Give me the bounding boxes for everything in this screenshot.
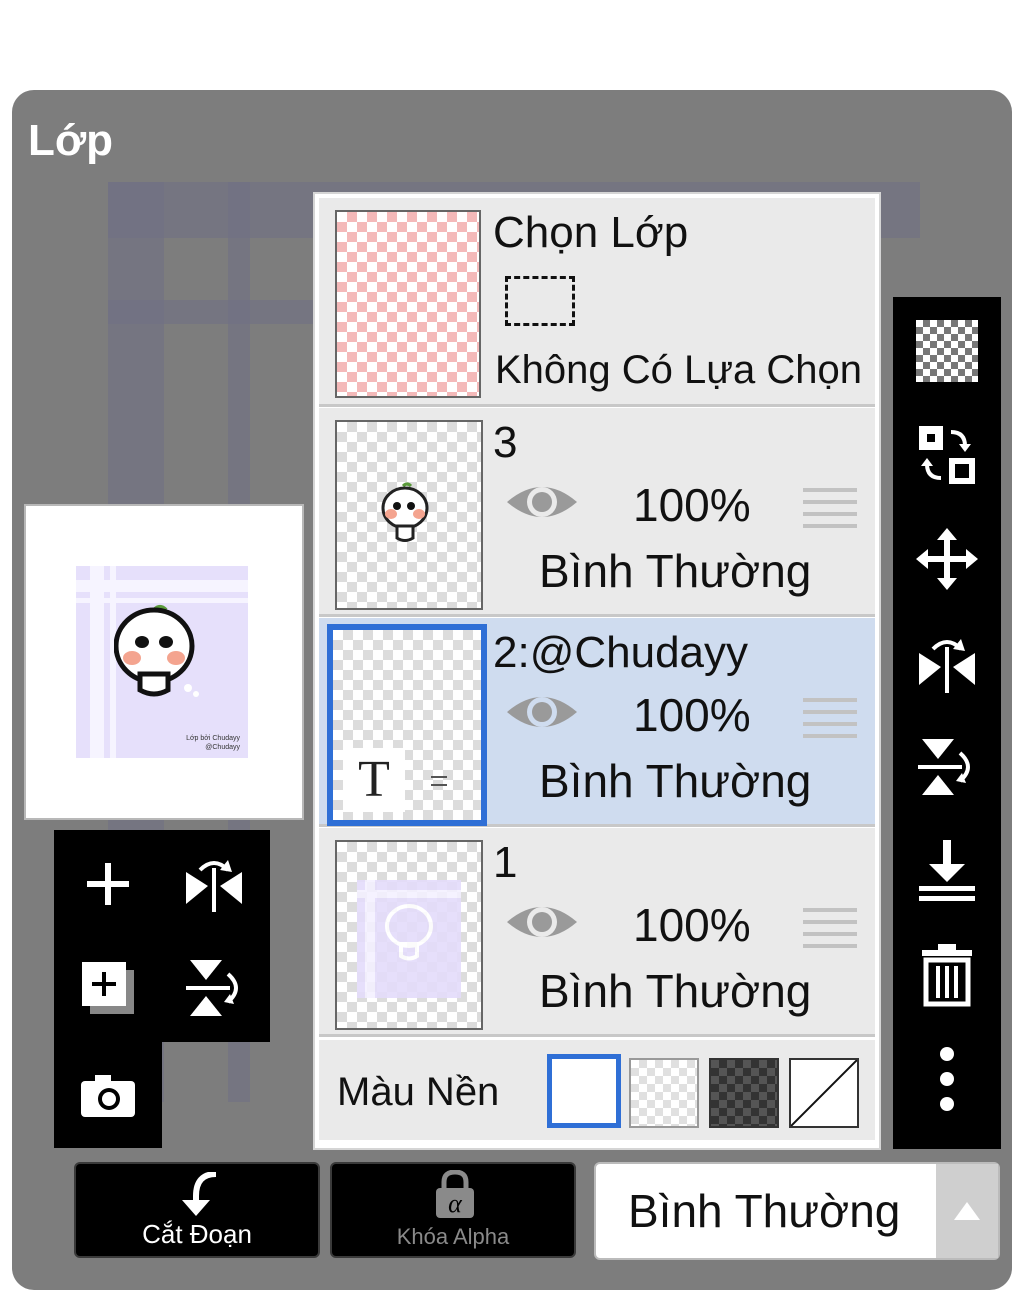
more-vertical-icon bbox=[940, 1047, 954, 1111]
drag-handle-icon[interactable] bbox=[803, 906, 857, 950]
layer-row-1[interactable]: 1 100% Bình Thường bbox=[319, 828, 875, 1037]
selection-layer-thumbnail bbox=[335, 210, 481, 398]
bg-swatch-none[interactable] bbox=[789, 1058, 859, 1128]
alpha-lock-label: Khóa Alpha bbox=[396, 1224, 510, 1249]
flip-horizontal-button[interactable] bbox=[893, 613, 1001, 713]
layer-thumbnail bbox=[335, 840, 483, 1030]
move-icon bbox=[916, 528, 978, 590]
flip-vertical-button[interactable] bbox=[164, 938, 264, 1038]
import-photo-button[interactable] bbox=[58, 1046, 158, 1146]
blend-mode-value: Bình Thường bbox=[628, 1185, 901, 1237]
text-layer-mark bbox=[431, 776, 447, 786]
bg-swatch-dark-checker[interactable] bbox=[709, 1058, 779, 1128]
visibility-eye-icon[interactable] bbox=[505, 478, 579, 526]
delete-layer-button[interactable] bbox=[893, 925, 1001, 1025]
layer-row-3[interactable]: 3 100% Bình Thường bbox=[319, 408, 875, 617]
flip-vertical-icon bbox=[186, 960, 238, 1016]
drag-handle-icon[interactable] bbox=[803, 696, 857, 740]
merge-down-icon bbox=[919, 840, 975, 901]
flip-vertical-icon bbox=[918, 739, 970, 795]
layer-row-2[interactable]: T 2:@Chudayy 100% Bình Thường bbox=[319, 618, 875, 827]
more-options-button[interactable] bbox=[893, 1029, 1001, 1129]
drag-handle-icon[interactable] bbox=[803, 486, 857, 530]
clip-arrow-icon bbox=[182, 1172, 217, 1216]
layer-thumbnail bbox=[335, 420, 483, 610]
duplicate-layer-button[interactable] bbox=[58, 938, 158, 1038]
layer-actions-sidebar bbox=[893, 297, 1001, 1149]
plus-icon bbox=[87, 863, 129, 905]
blend-mode-select[interactable]: Bình Thường bbox=[594, 1162, 1000, 1260]
text-layer-icon: T bbox=[343, 748, 405, 812]
flip-horizontal-button[interactable] bbox=[164, 834, 264, 934]
alpha-lock-button[interactable]: α Khóa Alpha bbox=[330, 1162, 576, 1258]
layer-name: 3 bbox=[493, 418, 518, 467]
layer-blend-mode: Bình Thường bbox=[539, 545, 812, 597]
background-color-label: Màu Nền bbox=[337, 1070, 500, 1114]
character-outline-icon bbox=[385, 904, 433, 961]
clipping-label: Cắt Đoạn bbox=[142, 1219, 252, 1249]
flip-horizontal-icon bbox=[919, 639, 975, 693]
svg-text:α: α bbox=[448, 1189, 463, 1218]
preview-caption: Lớp bởi Chudayy @Chudayy bbox=[186, 735, 240, 751]
layer-name: 2:@Chudayy bbox=[493, 628, 749, 677]
background-color-row: Màu Nền bbox=[319, 1040, 875, 1140]
character-icon bbox=[381, 482, 429, 542]
canvas-preview: Lớp bởi Chudayy @Chudayy bbox=[24, 504, 304, 820]
swap-layer-button[interactable] bbox=[893, 405, 1001, 505]
camera-pad bbox=[54, 1042, 162, 1148]
clear-layer-button[interactable] bbox=[893, 301, 1001, 401]
selection-status: Không Có Lựa Chọn bbox=[495, 348, 863, 392]
layer-list: Chọn Lớp Không Có Lựa Chọn 3 100% Bình T… bbox=[313, 192, 881, 1150]
layer-opacity[interactable]: 100% bbox=[633, 478, 751, 532]
layer-blend-mode: Bình Thường bbox=[539, 755, 812, 807]
checker-icon bbox=[916, 320, 978, 382]
bg-swatch-transparent[interactable] bbox=[629, 1058, 699, 1128]
lock-alpha-icon: α bbox=[436, 1170, 474, 1218]
preview-artwork: Lớp bởi Chudayy @Chudayy bbox=[76, 566, 248, 758]
layer-thumbnail: T bbox=[327, 624, 487, 826]
clipping-button[interactable]: Cắt Đoạn bbox=[74, 1162, 320, 1258]
visibility-eye-icon[interactable] bbox=[505, 898, 579, 946]
layer-opacity[interactable]: 100% bbox=[633, 688, 751, 742]
layer-opacity[interactable]: 100% bbox=[633, 898, 751, 952]
swap-icon bbox=[919, 426, 975, 484]
blend-mode-dropdown-arrow[interactable] bbox=[936, 1164, 998, 1258]
add-layer-button[interactable] bbox=[58, 834, 158, 934]
layer-thumbnail-art bbox=[357, 880, 461, 998]
character-icon bbox=[114, 605, 199, 697]
bg-swatch-white[interactable] bbox=[547, 1054, 621, 1128]
camera-icon bbox=[81, 1075, 135, 1117]
layer-name: 1 bbox=[493, 838, 518, 887]
slash-icon bbox=[790, 1059, 858, 1127]
duplicate-icon bbox=[82, 962, 134, 1014]
merge-down-button[interactable] bbox=[893, 821, 1001, 921]
layer-dialog: Lớp Lớp bởi Chudayy @Chudayy Chọn Lớp Kh… bbox=[12, 90, 1012, 1290]
layer-blend-mode: Bình Thường bbox=[539, 965, 812, 1017]
move-layer-button[interactable] bbox=[893, 509, 1001, 609]
flip-vertical-button[interactable] bbox=[893, 717, 1001, 817]
layer-tool-pad bbox=[54, 830, 270, 1042]
marquee-selection-icon bbox=[505, 276, 575, 326]
selection-layer-title: Chọn Lớp bbox=[493, 208, 689, 257]
trash-icon bbox=[922, 944, 972, 1007]
flip-horizontal-icon bbox=[186, 860, 242, 912]
selection-layer-row[interactable]: Chọn Lớp Không Có Lựa Chọn bbox=[319, 198, 875, 407]
triangle-up-icon bbox=[954, 1202, 980, 1220]
visibility-eye-icon[interactable] bbox=[505, 688, 579, 736]
canvas-background-art bbox=[108, 300, 318, 324]
dialog-title: Lớp bbox=[28, 116, 114, 165]
